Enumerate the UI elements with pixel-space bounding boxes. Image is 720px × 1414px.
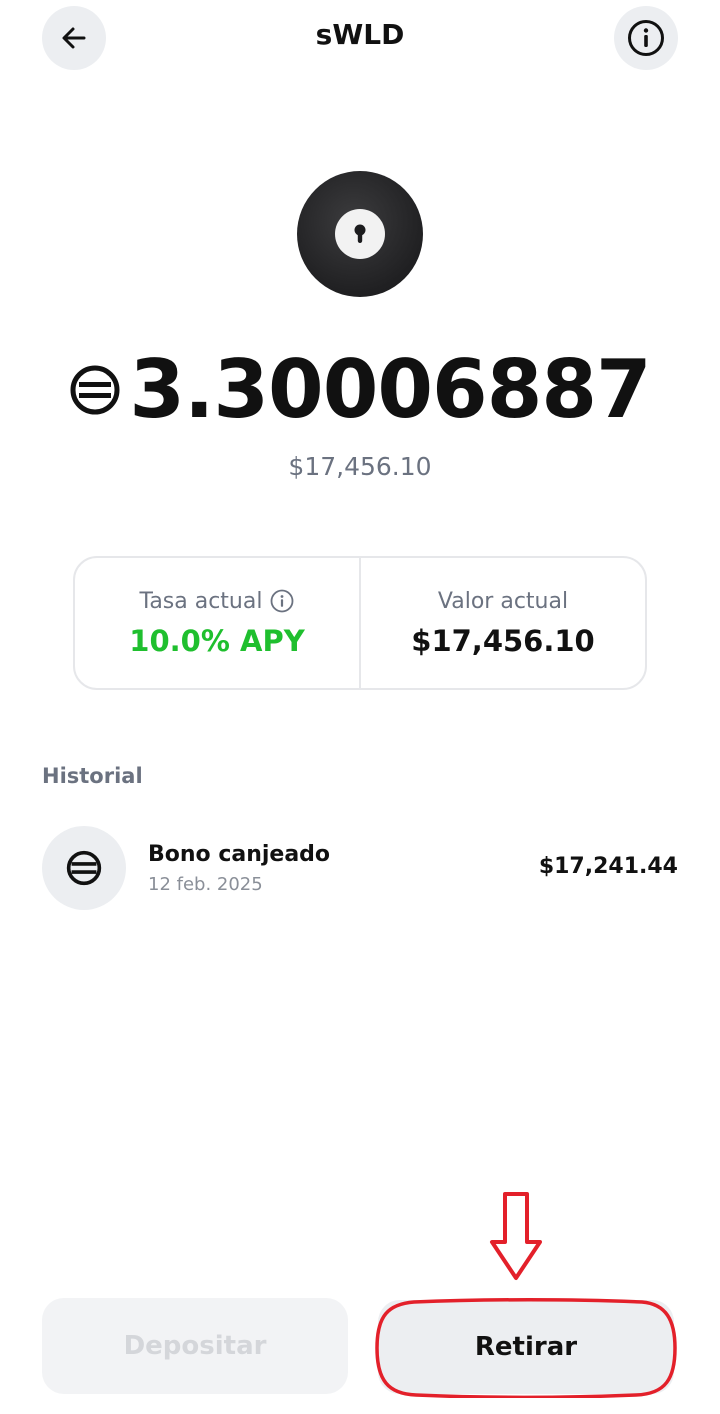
balance-amount: 3.30006887 [129, 343, 651, 436]
stats-card: Tasa actual 10.0% APY Valor actual $17,4… [73, 556, 647, 690]
value-stat: Valor actual $17,456.10 [359, 558, 645, 688]
worldcoin-icon [70, 365, 120, 415]
history-title: Historial [42, 764, 143, 788]
worldcoin-icon [66, 850, 102, 886]
info-icon[interactable] [270, 589, 294, 613]
history-item-title: Bono canjeado [148, 842, 331, 867]
history-item-avatar [42, 826, 126, 910]
current-value: $17,456.10 [411, 623, 595, 658]
info-icon [628, 20, 664, 56]
info-button[interactable] [614, 6, 678, 70]
balance-fiat-value: $17,456.10 [288, 452, 432, 481]
balance-row: 3.30006887 [0, 340, 720, 440]
rate-label-row[interactable]: Tasa actual [140, 589, 295, 614]
rate-label: Tasa actual [139, 588, 263, 614]
deposit-button[interactable]: Depositar [42, 1298, 348, 1394]
value-label: Valor actual [437, 588, 569, 614]
down-arrow-annotation-icon [490, 1192, 542, 1280]
keyhole-lock-icon [335, 209, 385, 259]
rate-value: 10.0% APY [129, 623, 305, 658]
history-item-date: 12 feb. 2025 [148, 874, 263, 895]
rate-stat: Tasa actual 10.0% APY [75, 558, 359, 688]
withdraw-button[interactable]: Retirar [378, 1300, 674, 1394]
token-logo [297, 171, 423, 297]
history-item-amount: $17,241.44 [538, 854, 678, 879]
history-list-item[interactable]: Bono canjeado 12 feb. 2025 $17,241.44 [42, 826, 678, 910]
page-title: sWLD [315, 18, 405, 51]
